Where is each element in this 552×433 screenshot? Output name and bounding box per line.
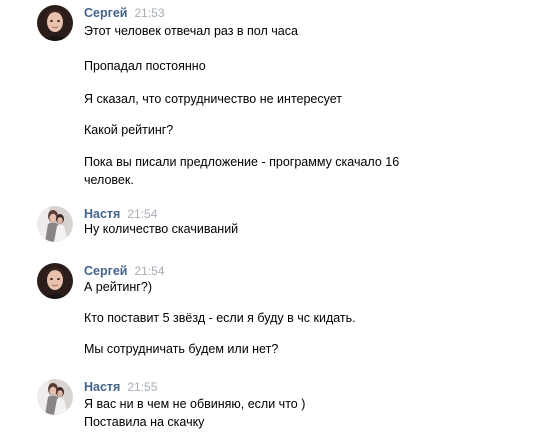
message-text: Мы сотрудничать будем или нет? [84,342,279,356]
message-time[interactable]: 21:53 [134,6,164,20]
author-name[interactable]: Настя [84,380,120,394]
nastya-avatar-icon [37,206,73,242]
message-text: Я сказал, что сотрудничество не интересу… [84,92,343,106]
message-text: Поставила на скачку [84,415,205,429]
message-text: человек. [84,173,134,187]
message-header: Сергей 21:53 [84,5,165,21]
author-name[interactable]: Сергей [84,6,127,20]
sergey-avatar-icon [37,263,73,299]
message-text: Этот человек отвечал раз в пол часа [84,24,298,38]
message-text: Ну количество скачиваний [84,222,239,236]
author-name[interactable]: Сергей [84,264,127,278]
chat-history: Сергей 21:53 Этот человек отвечал раз в п… [0,0,552,433]
message-header: Настя 21:55 [84,379,157,395]
message-time[interactable]: 21:54 [134,264,164,278]
avatar[interactable] [37,379,73,415]
message-text: А рейтинг?) [84,280,152,294]
avatar[interactable] [37,263,73,299]
message-time[interactable]: 21:55 [127,380,157,394]
message-text: Пока вы писали предложение - программу с… [84,155,400,169]
avatar[interactable] [37,5,73,41]
message-text: Кто поставит 5 звёзд - если я буду в чс … [84,311,356,325]
nastya-avatar-icon [37,379,73,415]
message-text: Какой рейтинг? [84,123,174,137]
author-name[interactable]: Настя [84,207,120,221]
message-text: Пропадал постоянно [84,59,206,73]
message-header: Сергей 21:54 [84,263,165,279]
avatar[interactable] [37,206,73,242]
message-time[interactable]: 21:54 [127,207,157,221]
sergey-avatar-icon [37,5,73,41]
message-text: Я вас ни в чем не обвиняю, если что ) [84,397,306,411]
